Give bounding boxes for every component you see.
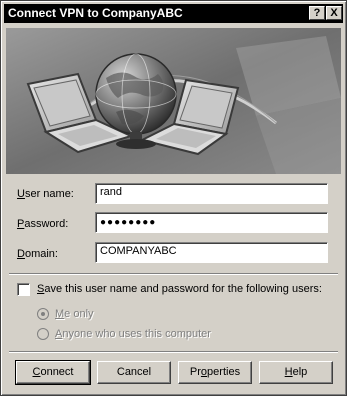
save-credentials-checkbox[interactable] (17, 283, 30, 296)
cancel-button[interactable]: Cancel (97, 361, 171, 384)
password-label: Password: (17, 218, 69, 230)
username-field[interactable]: rand (95, 183, 328, 204)
help-dialog-button[interactable]: Help (259, 361, 333, 384)
domain-label: Domain: (17, 248, 58, 260)
separator (9, 274, 338, 275)
window-title: Connect VPN to CompanyABC (8, 6, 183, 20)
password-field[interactable]: ●●●●●●●● (95, 212, 328, 233)
close-button[interactable]: X (326, 6, 342, 20)
vpn-connect-dialog: Connect VPN to CompanyABC ? X User name:… (0, 0, 347, 396)
domain-field[interactable]: COMPANYABC (95, 242, 328, 263)
connect-button[interactable]: Connect (15, 360, 91, 385)
anyone-radio[interactable] (37, 328, 49, 340)
title-bar[interactable]: Connect VPN to CompanyABC ? X (4, 4, 343, 23)
me-only-radio[interactable] (37, 308, 49, 320)
separator (9, 352, 338, 353)
me-only-label[interactable]: Me only (55, 308, 94, 320)
radio-selected-dot (41, 312, 45, 316)
save-credentials-label[interactable]: Save this user name and password for the… (37, 283, 322, 295)
username-label: User name: (17, 188, 74, 200)
banner-image (6, 28, 341, 174)
properties-button[interactable]: Properties (178, 361, 252, 384)
help-button[interactable]: ? (309, 6, 325, 20)
anyone-label[interactable]: Anyone who uses this computer (55, 328, 211, 340)
